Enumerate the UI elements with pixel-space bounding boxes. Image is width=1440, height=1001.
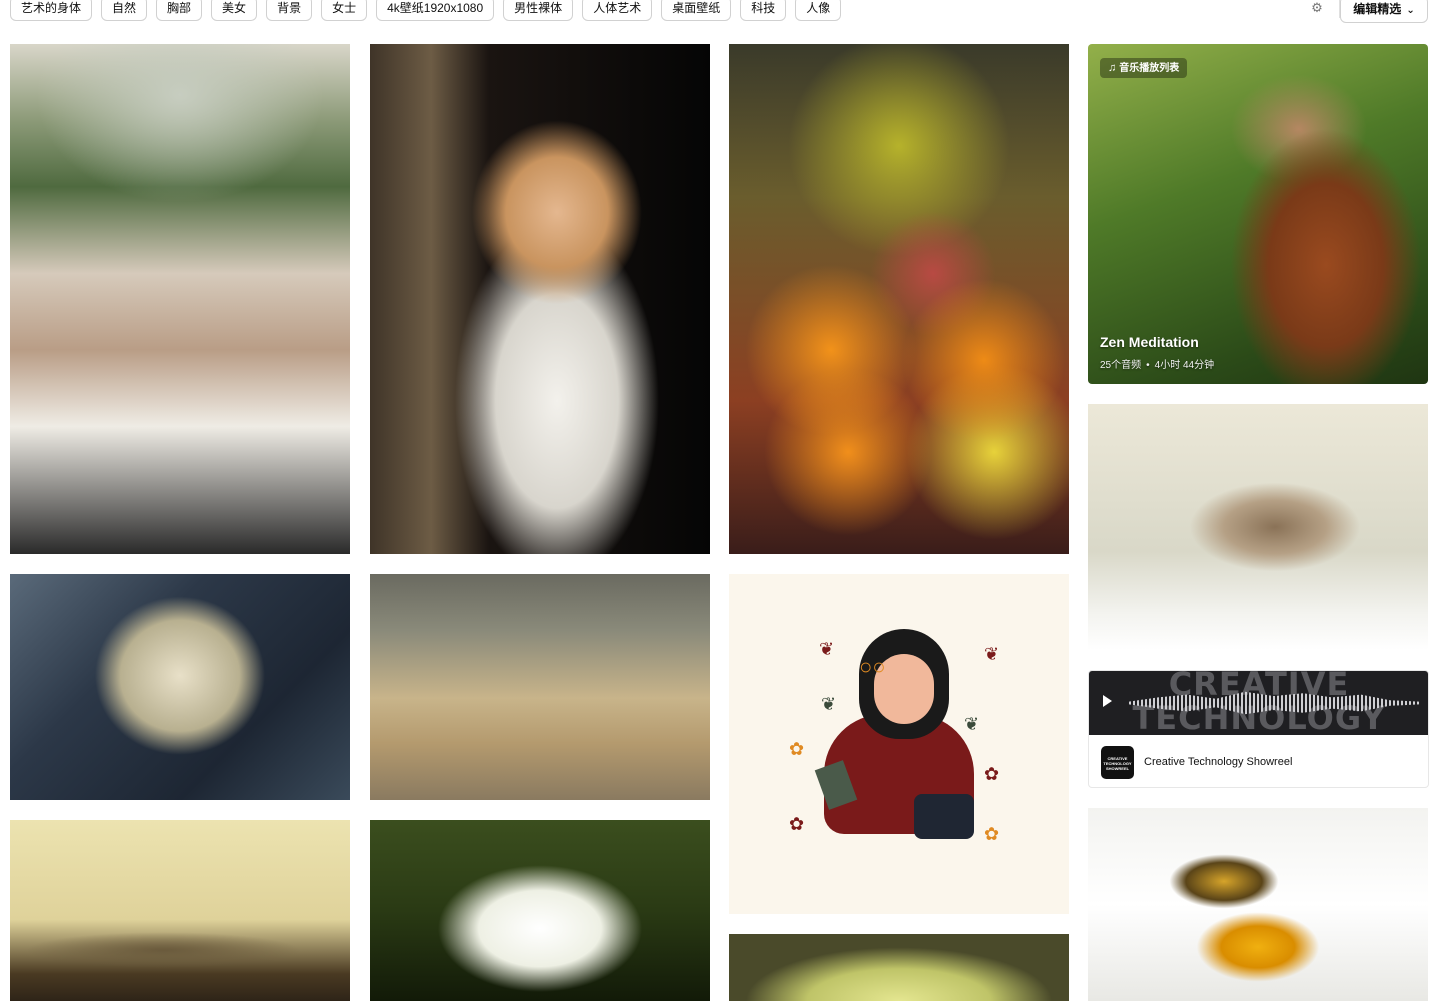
bag-icon <box>914 794 974 839</box>
glasses-icon: ○○ <box>859 654 886 679</box>
play-icon[interactable] <box>1103 695 1112 707</box>
tag-chip[interactable]: 自然 <box>101 0 148 21</box>
leaf-icon: ✿ <box>984 764 1000 784</box>
video-title[interactable]: Creative Technology Showreel <box>1144 756 1292 768</box>
playlist-title: Zen Meditation <box>1100 334 1199 350</box>
lizard-photo[interactable] <box>10 820 350 1001</box>
gear-icon[interactable]: ⚙ <box>1303 0 1331 20</box>
playlist-duration: 4小时 44分钟 <box>1154 360 1215 371</box>
playlist-count: 25个音频 <box>1100 360 1142 371</box>
editors-choice-label: 编辑精选 <box>1353 2 1402 16</box>
leaf-icon: ❦ <box>984 644 1000 664</box>
tag-list: 艺术的身体 自然 胸部 美女 背景 女士 4k壁纸1920x1080 男性裸体 … <box>10 0 842 21</box>
playlist-badge-label: 音乐播放列表 <box>1119 63 1180 74</box>
blonde-woman-portrait-photo[interactable] <box>370 44 710 554</box>
misty-lake-boat-photo[interactable] <box>370 574 710 800</box>
editors-choice-dropdown[interactable]: 编辑精选 ⌄ <box>1340 0 1428 23</box>
white-lily-photo[interactable] <box>370 820 710 1001</box>
tag-chip[interactable]: 女士 <box>321 0 368 21</box>
chevron-down-icon: ⌄ <box>1406 5 1415 16</box>
channel-logo[interactable]: CREATIVE TECHNOLOGY SHOWREEL <box>1101 746 1134 779</box>
video-thumbnail[interactable]: CREATIVE TECHNOLOGY <box>1089 671 1428 735</box>
meta-separator: • <box>1146 360 1150 371</box>
tag-chip[interactable]: 人像 <box>795 0 842 21</box>
fruit-market-photo[interactable] <box>729 44 1069 554</box>
playlist-badge: ♫ 音乐播放列表 <box>1100 58 1188 78</box>
bee-on-flower-photo[interactable] <box>1088 808 1428 1001</box>
tag-chip[interactable]: 桌面壁纸 <box>661 0 732 21</box>
video-card[interactable]: CREATIVE TECHNOLOGY CREATIVE TECHNOLOGY … <box>1088 670 1429 788</box>
girl-with-book-illustration[interactable]: ○○ ❦ ❦ ❦ ❦ ✿ ✿ ✿ ✿ <box>729 574 1069 914</box>
tag-filter-bar: 艺术的身体 自然 胸部 美女 背景 女士 4k壁纸1920x1080 男性裸体 … <box>0 0 1440 26</box>
music-note-icon: ♫ <box>1108 62 1117 74</box>
dinner-party-wine-photo[interactable] <box>10 44 350 554</box>
tag-chip[interactable]: 艺术的身体 <box>10 0 93 21</box>
tag-chip[interactable]: 科技 <box>740 0 787 21</box>
tag-chip[interactable]: 男性裸体 <box>503 0 574 21</box>
leaf-icon: ❦ <box>964 714 980 734</box>
playlist-meta: 25个音频 • 4小时 44分钟 <box>1100 356 1214 371</box>
sparrow-photo[interactable] <box>1088 404 1428 650</box>
tag-chip[interactable]: 胸部 <box>156 0 203 21</box>
leaf-icon: ✿ <box>789 814 805 834</box>
leaf-icon: ✿ <box>789 739 805 759</box>
green-apple-photo[interactable] <box>729 934 1069 1001</box>
leaf-icon: ❦ <box>819 639 835 659</box>
leaf-icon: ✿ <box>984 824 1000 844</box>
leaf-icon: ❦ <box>821 694 837 714</box>
white-snake-on-branch-photo[interactable] <box>10 574 350 800</box>
tag-chip[interactable]: 人体艺术 <box>582 0 653 21</box>
meditating-monk-playlist-card[interactable]: ♫ 音乐播放列表 Zen Meditation 25个音频 • 4小时 44分钟 <box>1088 44 1428 384</box>
tag-chip[interactable]: 4k壁纸1920x1080 <box>376 0 495 21</box>
tag-chip[interactable]: 美女 <box>211 0 258 21</box>
tag-chip[interactable]: 背景 <box>266 0 313 21</box>
